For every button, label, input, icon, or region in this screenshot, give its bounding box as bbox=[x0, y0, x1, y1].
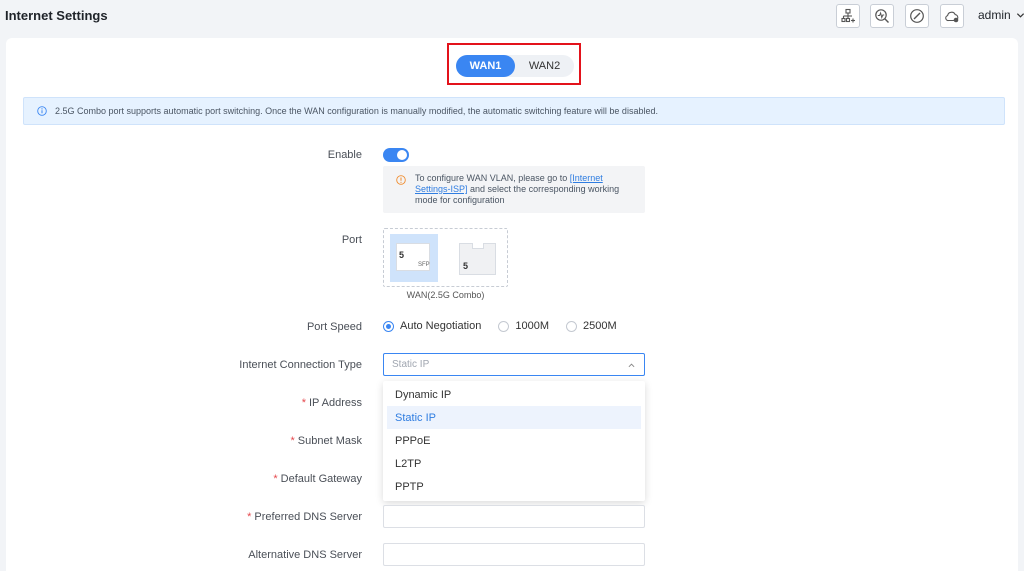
wan-tab-pill: WAN1 WAN2 bbox=[456, 55, 574, 77]
network-topology-icon bbox=[841, 8, 855, 23]
required-mark: * bbox=[247, 511, 252, 523]
enable-toggle[interactable] bbox=[383, 148, 409, 162]
option-static-ip[interactable]: Static IP bbox=[387, 406, 641, 429]
cloud-icon bbox=[945, 11, 959, 23]
radio-1000m[interactable]: 1000M bbox=[498, 320, 549, 332]
info-banner-text: 2.5G Combo port supports automatic port … bbox=[55, 106, 658, 116]
chevron-down-icon bbox=[1016, 12, 1024, 18]
port-speed-options: Auto Negotiation 1000M 2500M bbox=[383, 320, 634, 332]
option-l2tp[interactable]: L2TP bbox=[383, 452, 645, 475]
port-label: Port bbox=[341, 234, 362, 246]
tab-wan2[interactable]: WAN2 bbox=[515, 55, 574, 77]
tab-wan1[interactable]: WAN1 bbox=[456, 55, 515, 77]
alternative-dns-input[interactable] bbox=[383, 543, 645, 566]
chevron-up-icon bbox=[628, 363, 635, 368]
rj45-port[interactable]: 5 bbox=[459, 243, 496, 275]
info-banner: 2.5G Combo port supports automatic port … bbox=[23, 97, 1005, 125]
wan-vlan-tip: To configure WAN VLAN, please go to [Int… bbox=[383, 166, 645, 213]
radio-auto-negotiation[interactable]: Auto Negotiation bbox=[383, 320, 481, 332]
required-mark: * bbox=[273, 473, 278, 485]
user-menu[interactable]: admin bbox=[978, 8, 1024, 22]
preferred-dns-input[interactable] bbox=[383, 505, 645, 528]
cloud-button[interactable] bbox=[940, 4, 964, 28]
rj45-port-number: 5 bbox=[463, 261, 469, 271]
connection-type-dropdown: Dynamic IP Static IP PPPoE L2TP PPTP bbox=[383, 381, 645, 501]
compass-button[interactable] bbox=[905, 4, 929, 28]
subnet-mask-label-text: Subnet Mask bbox=[297, 435, 362, 447]
network-topology-button[interactable] bbox=[836, 4, 860, 28]
connection-type-label: Internet Connection Type bbox=[239, 359, 362, 371]
ip-address-label: * IP Address bbox=[302, 397, 362, 409]
ip-address-label-text: IP Address bbox=[309, 397, 362, 409]
compass-icon bbox=[910, 9, 924, 23]
wan-tab-switcher: WAN1 WAN2 bbox=[447, 43, 581, 85]
radio-checked-icon bbox=[383, 320, 394, 332]
port-caption: WAN(2.5G Combo) bbox=[406, 290, 485, 300]
connection-type-value: Static IP bbox=[392, 359, 430, 370]
alternative-dns-label: Alternative DNS Server bbox=[248, 549, 362, 561]
preferred-dns-label: * Preferred DNS Server bbox=[247, 511, 362, 523]
subnet-mask-label: * Subnet Mask bbox=[291, 435, 362, 447]
port-selector: 5 SFP 5 bbox=[383, 228, 508, 287]
option-pptp[interactable]: PPTP bbox=[383, 475, 645, 498]
tip-text: To configure WAN VLAN, please go to [Int… bbox=[415, 173, 637, 206]
sfp-port-number: 5 bbox=[399, 250, 405, 260]
radio-label: 1000M bbox=[515, 320, 549, 332]
required-mark: * bbox=[290, 435, 295, 447]
option-dynamic-ip[interactable]: Dynamic IP bbox=[383, 383, 645, 406]
diagnose-icon bbox=[875, 9, 889, 23]
top-bar: Internet Settings admin bbox=[0, 0, 1024, 34]
port-speed-label: Port Speed bbox=[306, 321, 362, 333]
warning-icon bbox=[396, 175, 406, 185]
sfp-port[interactable]: 5 SFP bbox=[390, 234, 438, 282]
radio-label: 2500M bbox=[582, 320, 617, 332]
option-pppoe[interactable]: PPPoE bbox=[383, 429, 645, 452]
enable-label: Enable bbox=[327, 149, 362, 161]
sfp-port-tag: SFP bbox=[418, 262, 430, 268]
page-title: Internet Settings bbox=[5, 8, 108, 23]
radio-unchecked-icon bbox=[498, 320, 510, 332]
connection-type-select[interactable]: Static IP bbox=[383, 353, 645, 376]
preferred-dns-label-text: Preferred DNS Server bbox=[254, 511, 362, 523]
default-gateway-label-text: Default Gateway bbox=[280, 473, 362, 485]
info-icon bbox=[37, 106, 47, 116]
username: admin bbox=[978, 8, 1011, 22]
diagnose-button[interactable] bbox=[870, 4, 894, 28]
default-gateway-label: * Default Gateway bbox=[273, 473, 362, 485]
required-mark: * bbox=[301, 397, 306, 409]
radio-label: Auto Negotiation bbox=[400, 320, 482, 332]
tip-text-before: To configure WAN VLAN, please go to bbox=[415, 173, 570, 183]
radio-2500m[interactable]: 2500M bbox=[565, 320, 617, 332]
radio-unchecked-icon bbox=[565, 320, 577, 332]
